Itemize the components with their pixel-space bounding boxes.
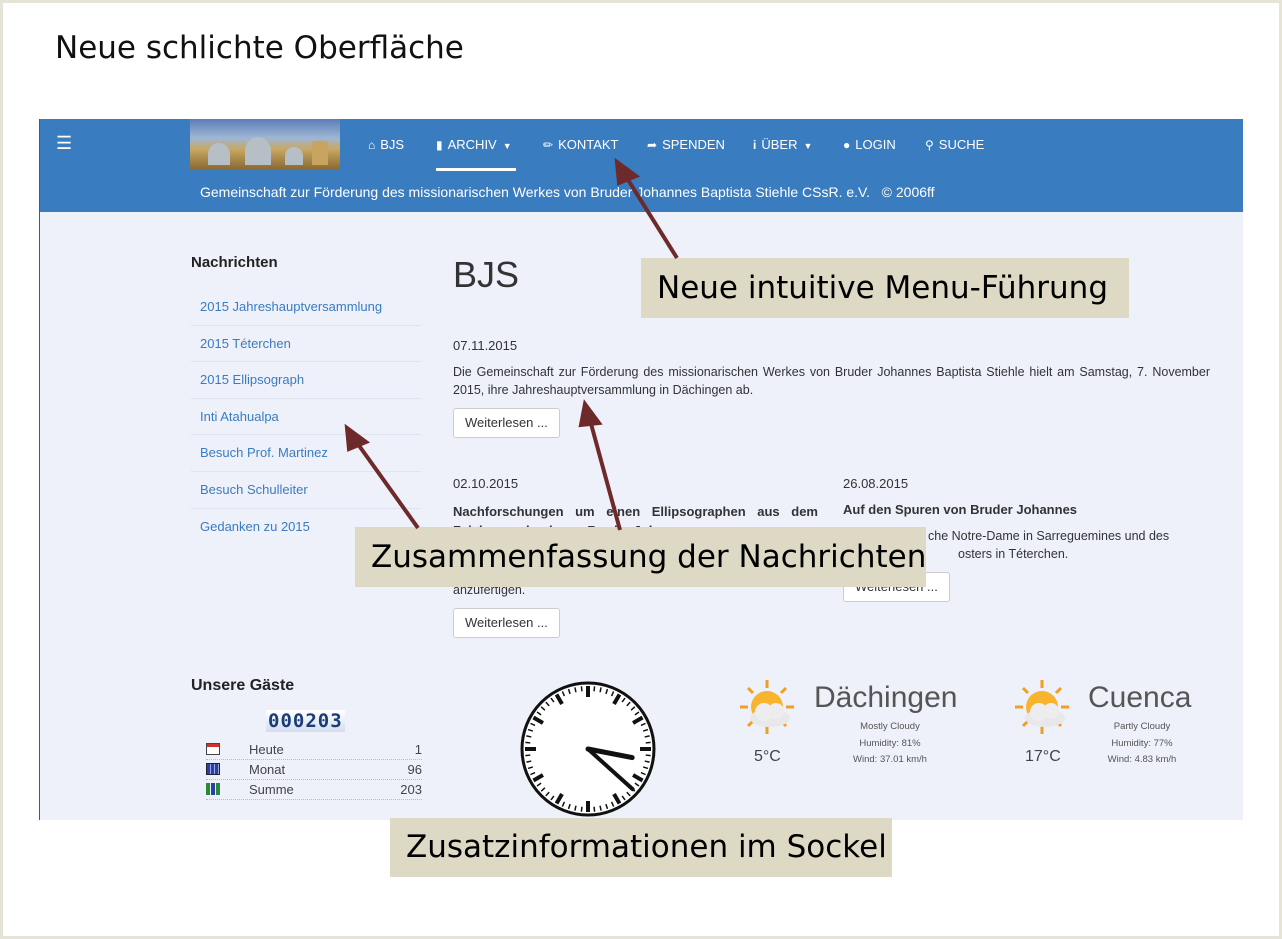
annotation-arrows — [344, 157, 679, 531]
